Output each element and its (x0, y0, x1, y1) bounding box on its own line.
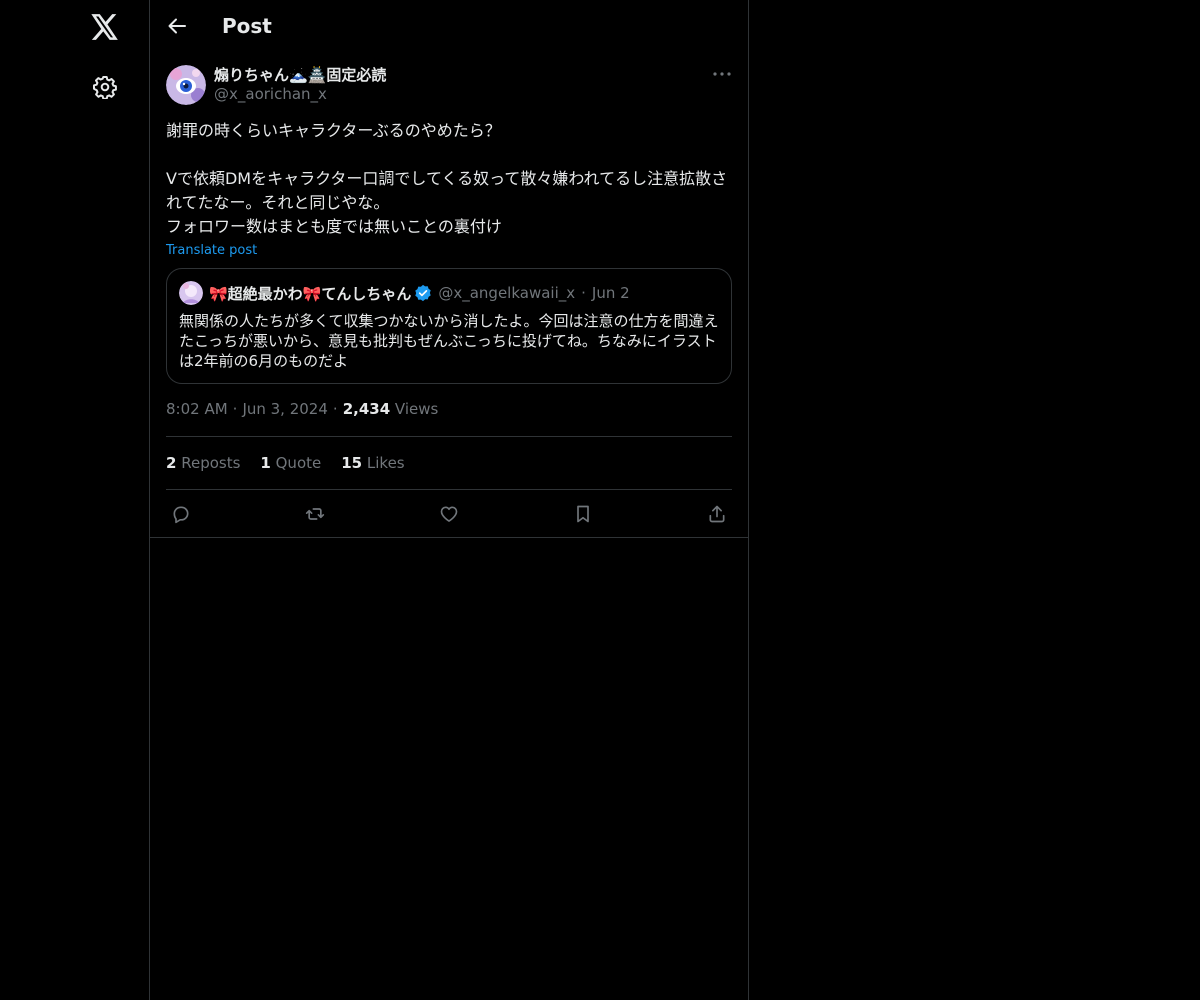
quoted-post-header: 🎀超絶最かわ🎀てんしちゃん @x_angelkawaii_x · Jun 2 (179, 281, 719, 305)
reposts-stat[interactable]: 2 Reposts (166, 454, 240, 472)
engagement-stats: 2 Reposts 1 Quote 15 Likes (166, 436, 732, 490)
quotes-stat[interactable]: 1 Quote (260, 454, 321, 472)
post-time[interactable]: 8:02 AM (166, 400, 228, 418)
quoted-date: Jun 2 (591, 284, 630, 302)
x-logo-icon[interactable] (90, 12, 120, 42)
translate-link[interactable]: Translate post (166, 243, 257, 258)
views-count: 2,434 (342, 400, 391, 418)
post-author: 煽りちゃん🗻🏯固定必読 @x_aorichan_x (166, 64, 732, 119)
repost-icon[interactable] (304, 503, 326, 525)
quoted-post[interactable]: 🎀超絶最かわ🎀てんしちゃん @x_angelkawaii_x · Jun 2 無… (166, 268, 732, 384)
quoted-author-name[interactable]: 🎀超絶最かわ🎀てんしちゃん (209, 283, 411, 304)
gear-icon[interactable] (92, 74, 118, 100)
left-nav (0, 0, 150, 1000)
post-text: 謝罪の時くらいキャラクターぶるのやめたら？ Vで依頼DMをキャラクター口調でして… (166, 119, 732, 239)
quotes-count: 1 (260, 454, 271, 472)
separator-dot: · (581, 284, 586, 302)
likes-label: Likes (366, 454, 405, 472)
author-handle[interactable]: @x_aorichan_x (214, 85, 327, 103)
post-meta: 8:02 AM · Jun 3, 2024 · 2,434 Views (166, 400, 732, 422)
share-icon[interactable] (706, 503, 728, 525)
quoted-author-handle: @x_angelkawaii_x (438, 284, 576, 302)
main-column: Post 煽りちゃん🗻🏯固定必読 @x_aorichan_x 謝罪の時くらいキャ… (149, 0, 749, 1000)
author-name[interactable]: 煽りちゃん🗻🏯固定必読 (214, 64, 386, 85)
quoted-text: 無関係の人たちが多くて収集つかないから消したよ。今回は注意の仕方を間違えたこっち… (179, 312, 719, 370)
post: 煽りちゃん🗻🏯固定必読 @x_aorichan_x 謝罪の時くらいキャラクターぶ… (150, 64, 748, 538)
reposts-label: Reposts (181, 454, 241, 472)
reply-icon[interactable] (170, 503, 192, 525)
header: Post (150, 0, 748, 54)
post-body: 謝罪の時くらいキャラクターぶるのやめたら？ Vで依頼DMをキャラクター口調でして… (166, 121, 728, 236)
page-title: Post (222, 14, 272, 38)
likes-stat[interactable]: 15 Likes (341, 454, 404, 472)
like-icon[interactable] (438, 503, 460, 525)
bookmark-icon[interactable] (572, 503, 594, 525)
separator-dot: · (332, 400, 338, 418)
back-arrow-icon[interactable] (166, 15, 188, 37)
post-date[interactable]: Jun 3, 2024 (242, 400, 327, 418)
quoted-avatar (179, 281, 203, 305)
action-bar (166, 490, 732, 537)
avatar[interactable] (166, 65, 206, 105)
views-label: Views (394, 400, 439, 418)
reposts-count: 2 (166, 454, 177, 472)
verified-badge-icon (414, 284, 432, 302)
likes-count: 15 (341, 454, 363, 472)
more-icon[interactable] (712, 64, 732, 84)
separator-dot: · (232, 400, 238, 418)
quotes-label: Quote (275, 454, 322, 472)
